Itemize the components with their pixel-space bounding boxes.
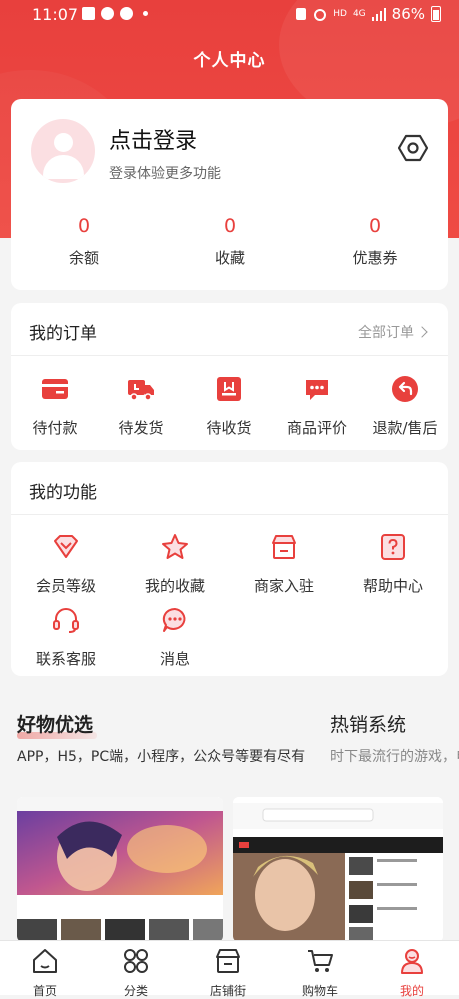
section-title-featured[interactable]: 好物优选 — [17, 710, 97, 739]
avatar[interactable] — [31, 119, 95, 183]
tab-category[interactable]: 分类 — [101, 947, 171, 999]
stat-value: 0 — [77, 215, 91, 237]
network-hd: HD — [333, 8, 347, 19]
message-icon — [162, 607, 186, 632]
alarm-icon — [314, 9, 327, 21]
divider — [11, 514, 448, 515]
divider — [11, 355, 448, 356]
grid-icon — [124, 949, 148, 973]
news-site-image — [233, 797, 443, 942]
tab-label: 购物车 — [301, 984, 338, 998]
functions-card: 我的功能 会员等级 我的收藏 商家入驻 帮助中心 联系客服 消息 — [11, 462, 448, 676]
functions-title: 我的功能 — [29, 483, 97, 503]
stat-label: 余额 — [68, 249, 99, 267]
status-time: 11:07 — [32, 5, 79, 24]
tab-mine[interactable]: 我的 — [377, 947, 447, 999]
function-merchant-join[interactable]: 商家入驻 — [240, 533, 328, 596]
function-label: 商家入驻 — [253, 577, 314, 595]
stat-balance[interactable]: 0 余额 — [24, 215, 144, 268]
stat-value: 0 — [368, 215, 382, 237]
tab-label: 分类 — [123, 984, 148, 998]
return-icon — [392, 376, 418, 402]
headset-icon — [53, 608, 79, 633]
bottom-tab-bar: 首页 分类 店铺街 购物车 我的 — [0, 940, 459, 998]
order-item-label: 待发货 — [118, 419, 164, 437]
function-label: 我的收藏 — [144, 577, 205, 595]
orders-title: 我的订单 — [29, 324, 97, 344]
comment-icon — [306, 380, 328, 400]
chevron-right-icon — [416, 326, 428, 338]
help-icon — [381, 534, 405, 560]
package-icon — [217, 377, 241, 401]
stat-label: 收藏 — [214, 249, 245, 267]
notification-icons — [82, 7, 148, 20]
function-favorites[interactable]: 我的收藏 — [131, 533, 219, 596]
chat-icon — [101, 7, 114, 20]
shop-icon — [216, 949, 240, 973]
section-title-text: 热销系统 — [330, 714, 407, 736]
orders-card: 我的订单 全部订单 待付款 待发货 待收货 商品评价 退款/售后 — [11, 303, 448, 450]
profile-card: 点击登录 登录体验更多功能 0 余额 0 收藏 0 优惠券 — [11, 99, 448, 290]
login-subtitle: 登录体验更多功能 — [109, 166, 221, 182]
stat-favorites[interactable]: 0 收藏 — [170, 215, 290, 268]
order-item-review[interactable]: 商品评价 — [273, 375, 361, 438]
status-bar: 11:07 HD 4G 86% — [0, 0, 459, 28]
function-label: 联系客服 — [35, 650, 96, 668]
section-subtitle-featured: APP，H5，PC端，小程序，公众号等要有尽有 — [17, 749, 306, 765]
home-icon — [33, 949, 57, 973]
page-title: 个人中心 — [193, 51, 266, 71]
function-label: 消息 — [159, 650, 190, 668]
store-icon — [272, 535, 296, 559]
user-icon — [401, 949, 423, 974]
tab-label: 首页 — [32, 984, 57, 998]
gallery-icon — [82, 7, 95, 20]
function-messages[interactable]: 消息 — [131, 606, 219, 669]
stat-label: 优惠券 — [352, 249, 398, 267]
order-item-label: 退款/售后 — [372, 419, 438, 437]
sim-icon — [296, 8, 307, 20]
all-orders-link[interactable]: 全部订单 — [358, 322, 428, 342]
vip-diamond-icon — [54, 535, 78, 558]
tab-label: 我的 — [399, 984, 424, 998]
section-title-text: 好物优选 — [17, 714, 94, 736]
app-icon — [120, 7, 133, 20]
login-button[interactable]: 点击登录 — [109, 123, 197, 155]
function-customer-service[interactable]: 联系客服 — [22, 606, 110, 669]
more-notifications-icon — [143, 11, 148, 16]
truck-icon — [128, 380, 154, 401]
avatar-head — [54, 133, 73, 152]
battery-percent: 86% — [391, 5, 425, 23]
signal-icon — [371, 7, 386, 21]
function-help-center[interactable]: 帮助中心 — [349, 533, 437, 596]
product-preview-image[interactable] — [233, 797, 443, 942]
tab-shops[interactable]: 店铺街 — [193, 947, 263, 999]
stat-value: 0 — [223, 215, 237, 237]
function-label: 会员等级 — [35, 577, 96, 595]
star-icon — [162, 534, 188, 559]
network-type: 4G — [352, 8, 366, 19]
avatar-body — [43, 155, 84, 179]
all-orders-label: 全部订单 — [358, 325, 414, 341]
section-subtitle-hot: 时下最流行的游戏，电 — [330, 749, 459, 765]
order-item-label: 商品评价 — [286, 419, 347, 437]
order-item-label: 待收货 — [206, 419, 252, 437]
stat-coupons[interactable]: 0 优惠券 — [315, 215, 435, 268]
tab-home[interactable]: 首页 — [10, 947, 80, 999]
function-label: 帮助中心 — [362, 577, 423, 595]
order-item-pending-shipment[interactable]: 待发货 — [97, 375, 185, 438]
order-item-pending-receipt[interactable]: 待收货 — [185, 375, 273, 438]
settings-icon[interactable] — [398, 133, 428, 163]
order-item-pending-payment[interactable]: 待付款 — [11, 375, 99, 438]
tab-cart[interactable]: 购物车 — [285, 947, 355, 999]
battery-icon — [431, 6, 441, 22]
order-item-label: 待付款 — [32, 419, 78, 437]
game-artwork-image — [17, 797, 223, 942]
product-preview-image[interactable] — [17, 797, 223, 942]
card-icon — [42, 379, 68, 399]
section-title-hot[interactable]: 热销系统 — [330, 710, 406, 737]
cart-icon — [308, 950, 333, 972]
order-item-refund[interactable]: 退款/售后 — [361, 375, 449, 438]
function-vip-level[interactable]: 会员等级 — [22, 533, 110, 596]
tab-label: 店铺街 — [209, 984, 246, 998]
